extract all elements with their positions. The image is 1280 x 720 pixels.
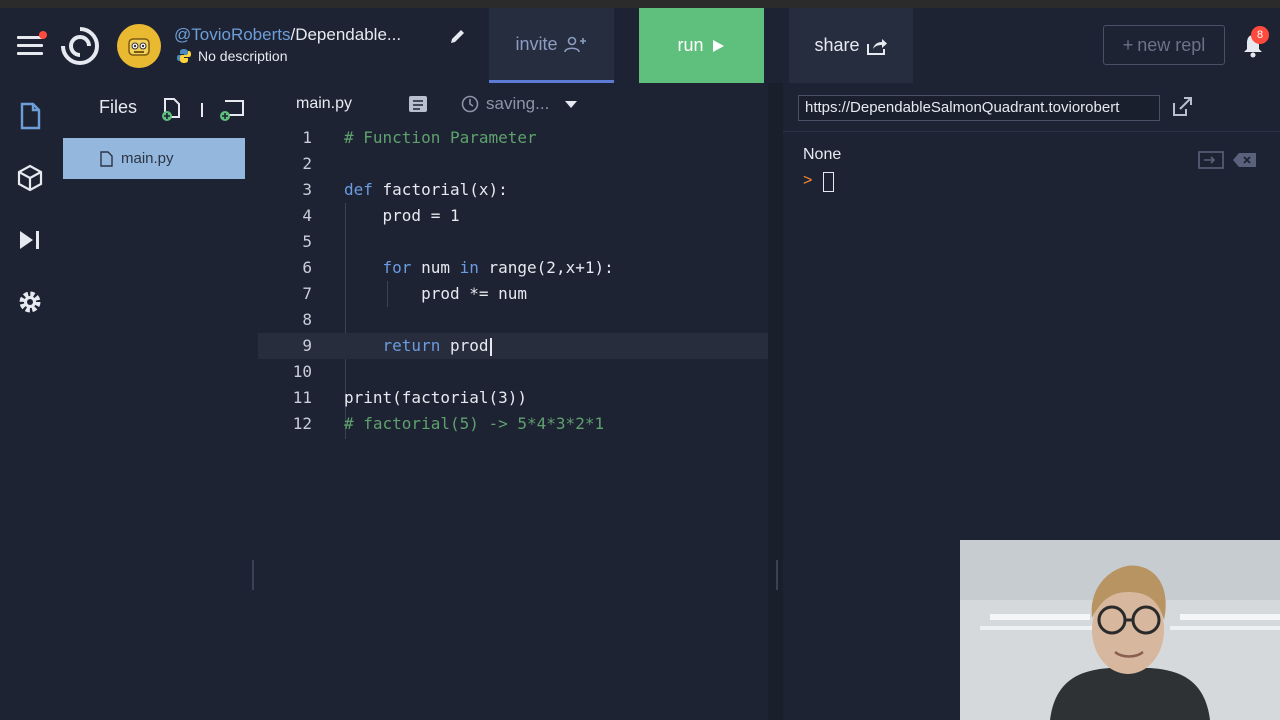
code-text: return prod — [344, 336, 492, 356]
open-external-icon[interactable] — [1170, 95, 1194, 119]
code-line[interactable]: 5 — [258, 229, 768, 255]
code-keyword: return — [382, 336, 441, 355]
line-number: 7 — [302, 284, 312, 303]
debugger-icon[interactable] — [15, 225, 45, 255]
code-keyword: def — [344, 180, 373, 199]
line-number: 4 — [302, 206, 312, 225]
line-number: 12 — [292, 414, 312, 433]
left-rail — [0, 83, 60, 720]
webcam-overlay — [960, 540, 1280, 720]
code-line[interactable]: 10 — [258, 359, 768, 385]
code-text: def factorial(x): — [344, 180, 508, 199]
console-output: None — [803, 146, 842, 163]
robot-avatar-icon — [128, 38, 150, 56]
save-status-text: saving... — [486, 94, 550, 113]
presenter-video-image — [960, 540, 1280, 720]
code-keyword: in — [459, 258, 479, 277]
settings-gear-icon[interactable] — [15, 287, 45, 317]
code-line[interactable]: 12 # factorial(5) -> 5*4*3*2*1 — [258, 411, 768, 437]
console-expand-icon[interactable] — [1198, 151, 1224, 169]
new-repl-button[interactable]: + new repl — [1103, 25, 1225, 65]
save-status[interactable]: saving... — [460, 94, 579, 114]
code-text: prod *= num — [344, 284, 528, 303]
packages-cube-icon[interactable] — [15, 163, 45, 193]
line-number: 2 — [302, 154, 312, 173]
files-resize-handle[interactable] — [252, 560, 254, 590]
code-text: prod = 1 — [344, 206, 460, 225]
line-number: 3 — [302, 180, 312, 199]
webview-url[interactable]: https://DependableSalmonQuadrant.tovioro… — [798, 95, 1160, 121]
code-line[interactable]: 3 def factorial(x): — [258, 177, 768, 203]
files-icon[interactable] — [15, 101, 45, 131]
repl-title[interactable]: @TovioRoberts/Dependable... — [174, 25, 401, 45]
description-text: No description — [198, 48, 288, 64]
history-icon — [461, 95, 479, 113]
code-keyword: for — [382, 258, 412, 277]
header: @TovioRoberts/Dependable... No descripti… — [0, 8, 1280, 83]
python-icon — [177, 49, 191, 63]
code-editor[interactable]: 1 # Function Parameter 2 3 def factorial… — [258, 125, 768, 720]
invite-button[interactable]: invite — [489, 8, 614, 83]
menu-notification-dot — [39, 31, 47, 39]
run-label: run — [677, 35, 704, 55]
text-cursor — [489, 337, 492, 356]
repl-user[interactable]: @TovioRoberts — [174, 25, 290, 44]
play-icon — [712, 39, 724, 52]
line-number: 11 — [292, 388, 312, 407]
code-line[interactable]: 8 — [258, 307, 768, 333]
code-line[interactable]: 7 prod *= num — [258, 281, 768, 307]
code-line[interactable]: 4 prod = 1 — [258, 203, 768, 229]
share-icon — [866, 38, 887, 55]
new-folder-icon[interactable] — [219, 97, 245, 121]
notification-badge: 8 — [1251, 26, 1269, 44]
line-number: 9 — [302, 336, 312, 355]
line-number: 10 — [292, 362, 312, 381]
files-separator — [201, 103, 203, 117]
clear-console-icon[interactable] — [1232, 151, 1258, 169]
file-item-label: main.py — [121, 150, 174, 167]
editor-tabs: main.py saving... — [258, 83, 768, 125]
code-text: # Function Parameter — [344, 128, 537, 147]
tab-main-py[interactable]: main.py — [296, 95, 352, 113]
top-strip — [0, 0, 1280, 8]
edit-pencil-icon[interactable] — [448, 26, 468, 46]
chevron-down-icon — [565, 101, 578, 108]
code-line[interactable]: 2 — [258, 151, 768, 177]
code-line[interactable]: 6 for num in range(2,x+1): — [258, 255, 768, 281]
run-button[interactable]: run — [639, 8, 764, 83]
repl-name[interactable]: Dependable... — [295, 25, 401, 44]
code-text: for num in range(2,x+1): — [382, 258, 614, 277]
code-line-active[interactable]: 9 return prod — [258, 333, 768, 359]
repl-description[interactable]: No description — [176, 48, 288, 64]
file-icon — [100, 150, 113, 167]
line-number: 8 — [302, 310, 312, 329]
file-item-main-py[interactable]: main.py — [63, 138, 245, 179]
avatar[interactable] — [117, 24, 161, 68]
menu-icon[interactable] — [17, 31, 47, 56]
console-prompt: > — [803, 172, 813, 189]
terminal-cursor[interactable] — [823, 172, 834, 192]
code-text: # factorial(5) -> 5*4*3*2*1 — [344, 414, 605, 433]
share-button[interactable]: share — [789, 8, 913, 83]
replit-logo-icon[interactable] — [60, 26, 100, 66]
files-title: Files — [99, 97, 138, 117]
console-divider — [783, 131, 1280, 132]
invite-label: invite — [515, 33, 558, 54]
line-number: 6 — [302, 258, 312, 277]
new-file-icon[interactable] — [161, 97, 183, 121]
line-number: 5 — [302, 232, 312, 251]
plus-icon: + — [1122, 34, 1134, 55]
new-repl-label: new repl — [1137, 34, 1206, 55]
add-user-icon — [563, 36, 586, 53]
code-text: print(factorial(3)) — [344, 388, 528, 407]
editor-console-splitter[interactable] — [768, 83, 783, 720]
share-label: share — [814, 35, 860, 55]
line-number: 1 — [302, 128, 312, 147]
tab-list-icon[interactable] — [408, 95, 428, 113]
console-resize-handle[interactable] — [776, 560, 778, 590]
code-line[interactable]: 1 # Function Parameter — [258, 125, 768, 151]
code-line[interactable]: 11 print(factorial(3)) — [258, 385, 768, 411]
files-header: Files — [63, 83, 245, 131]
files-panel: Files main.py — [63, 83, 245, 720]
